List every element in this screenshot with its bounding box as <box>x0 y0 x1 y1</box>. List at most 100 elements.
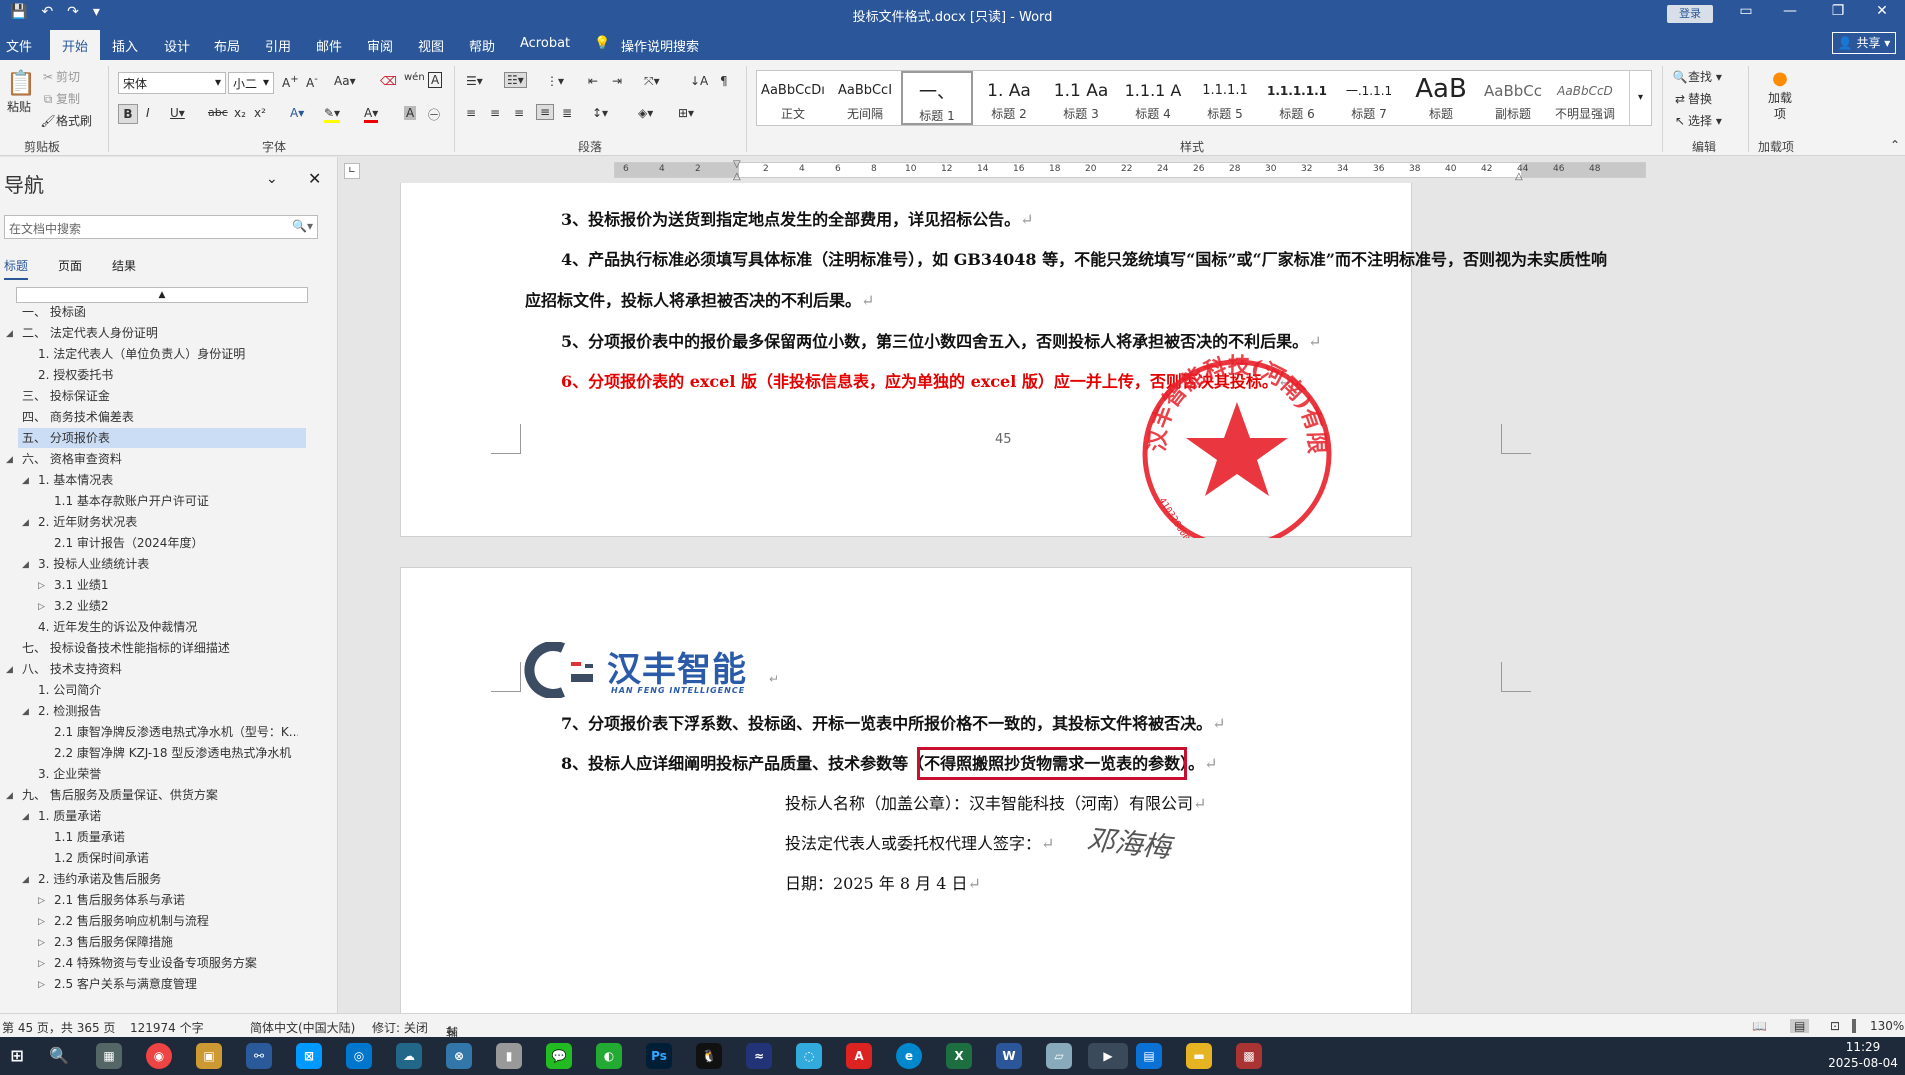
expand-triangle-icon[interactable]: ▷ <box>38 959 45 969</box>
grow-font-icon[interactable]: A+ <box>282 74 299 90</box>
shrink-font-icon[interactable]: A- <box>306 74 318 90</box>
chevron-down-icon[interactable]: ⌄ <box>266 171 278 187</box>
paragraph-8[interactable]: 8、投标人应详细阐明投标产品质量、技术参数等（不得照搬照抄货物需求一览表的参数）… <box>561 747 1218 780</box>
page-count-status[interactable]: 第 45 页，共 365 页 <box>2 1019 115 1036</box>
multilevel-list-icon[interactable]: ⋮▾ <box>546 74 564 88</box>
web-layout-icon[interactable]: ⊡ <box>1830 1019 1840 1033</box>
list-item[interactable]: 七、 投标设备技术性能指标的详细描述 <box>22 638 322 658</box>
read-mode-icon[interactable]: 📖 <box>1752 1019 1767 1033</box>
cloud-icon[interactable]: ☁ <box>396 1043 422 1069</box>
list-item[interactable]: 3.1 业绩1 <box>54 575 322 595</box>
wechat-icon[interactable]: 💬 <box>546 1043 572 1069</box>
word-icon[interactable]: W <box>996 1043 1022 1069</box>
app-icon[interactable]: ◎ <box>346 1043 372 1069</box>
change-case-icon[interactable]: Aa▾ <box>334 74 356 88</box>
character-border-icon[interactable]: A <box>428 72 443 88</box>
search-icon[interactable]: 🔍 <box>46 1043 72 1069</box>
media-icon[interactable]: ◐ <box>596 1043 622 1069</box>
list-item[interactable]: 2.4 特殊物资与专业设备专项服务方案 <box>54 953 322 973</box>
copy-button[interactable]: ⧉ 复制 <box>40 90 80 107</box>
expand-triangle-icon[interactable]: ▷ <box>38 938 45 948</box>
zoom-slider[interactable] <box>1852 1019 1856 1033</box>
replace-button[interactable]: ⇄ 替换 <box>1672 90 1712 107</box>
list-item[interactable]: 3. 投标人业绩统计表 <box>38 554 322 574</box>
sort-icon[interactable]: ↓A <box>690 74 708 88</box>
right-indent-marker-icon[interactable]: △ <box>1515 171 1523 182</box>
collapse-triangle-icon[interactable]: ◢ <box>6 455 13 465</box>
notes-icon[interactable]: ▱ <box>1046 1043 1072 1069</box>
browser-icon[interactable]: ◉ <box>146 1043 172 1069</box>
asian-layout-icon[interactable]: ⤧▾ <box>644 74 660 89</box>
files-icon[interactable]: ▮ <box>496 1043 522 1069</box>
list-item[interactable]: 1. 公司简介 <box>38 680 322 700</box>
paragraph-3[interactable]: 3、投标报价为送货到指定地点发生的全部费用，详见招标公告。↵ <box>561 206 1034 230</box>
shading-icon[interactable]: ◈▾ <box>638 106 653 120</box>
list-item[interactable]: 一、 投标函 <box>22 302 322 322</box>
style-subtle-emphasis[interactable]: AaBbCcD 不明显强调 <box>1549 71 1621 125</box>
font-color-icon[interactable]: A▾ <box>364 106 379 123</box>
qq-icon[interactable]: 🐧 <box>696 1043 722 1069</box>
italic-button[interactable]: I <box>146 106 150 120</box>
tab-selector-icon[interactable]: ∟ <box>344 163 360 179</box>
list-item[interactable]: 2.5 客户关系与满意度管理 <box>54 974 322 994</box>
collapse-all-bar[interactable]: ▲ <box>16 287 308 303</box>
font-size-combo[interactable]: 小二 ▾ <box>228 72 274 94</box>
list-item[interactable]: 1.1 质量承诺 <box>54 827 322 847</box>
system-clock[interactable]: 11:29 2025-08-04 <box>1826 1039 1900 1071</box>
bidder-name-line[interactable]: 投标人名称（加盖公章）：汉丰智能科技（河南）有限公司↵ <box>785 790 1206 814</box>
bullets-icon[interactable]: ☰▾ <box>466 74 483 88</box>
list-item[interactable]: 2. 近年财务状况表 <box>38 512 322 532</box>
distributed-icon[interactable]: ≣ <box>562 106 572 120</box>
select-button[interactable]: ↖ 选择 ▾ <box>1672 112 1722 129</box>
justify-icon[interactable]: ≡ <box>536 104 555 120</box>
style-heading-5[interactable]: 1.1.1.1 标题 5 <box>1189 71 1261 125</box>
close-icon[interactable]: ✕ <box>308 169 321 188</box>
collapse-triangle-icon[interactable]: ◢ <box>22 476 29 486</box>
photoshop-icon[interactable]: Ps <box>646 1043 672 1069</box>
subscript-button[interactable]: x₂ <box>234 106 246 120</box>
collapse-triangle-icon[interactable]: ◢ <box>22 707 29 717</box>
list-item[interactable]: 九、 售后服务及质量保证、供货方案 <box>22 785 322 805</box>
search-icon[interactable]: 🔍▾ <box>292 219 313 233</box>
expand-triangle-icon[interactable]: ▷ <box>38 602 45 612</box>
edge-icon[interactable]: e <box>896 1043 922 1069</box>
align-right-icon[interactable]: ≡ <box>514 106 524 120</box>
close-icon[interactable]: ✕ <box>1862 3 1902 19</box>
share-button[interactable]: 👤 共享 ▾ <box>1832 32 1896 54</box>
strikethrough-button[interactable]: abc <box>208 106 228 119</box>
text-effects-icon[interactable]: A▾ <box>290 106 304 120</box>
collapse-triangle-icon[interactable]: ◢ <box>6 329 13 339</box>
collapse-triangle-icon[interactable]: ◢ <box>6 791 13 801</box>
expand-triangle-icon[interactable]: ▷ <box>38 581 45 591</box>
decrease-indent-icon[interactable]: ⇤ <box>588 74 598 88</box>
nav-tab-headings[interactable]: 标题 <box>4 257 29 280</box>
excel-icon[interactable]: X <box>946 1043 972 1069</box>
tab-acrobat[interactable]: Acrobat <box>520 36 570 51</box>
word-count-status[interactable]: 121974 个字 <box>130 1019 204 1036</box>
nav-tab-results[interactable]: 结果 <box>112 257 136 280</box>
nav-search-input[interactable]: 在文档中搜索 🔍▾ <box>4 215 318 239</box>
collapse-triangle-icon[interactable]: ◢ <box>6 665 13 675</box>
list-item-selected[interactable]: 五、 分项报价表 <box>18 428 306 448</box>
left-indent-marker-icon[interactable]: △ <box>733 171 741 182</box>
login-button[interactable]: 登录 <box>1667 5 1713 23</box>
list-item[interactable]: 3. 企业荣誉 <box>38 764 322 784</box>
ribbon-display-options-icon[interactable]: ▭ <box>1726 3 1766 19</box>
date-line[interactable]: 日期：2025 年 8 月 4 日↵ <box>785 870 981 894</box>
maximize-icon[interactable]: ❐ <box>1818 3 1858 19</box>
list-item[interactable]: 1. 质量承诺 <box>38 806 322 826</box>
paragraph-7[interactable]: 7、分项报价表下浮系数、投标函、开标一览表中所报价格不一致的，其投标文件将被否决… <box>561 710 1226 734</box>
active-app-icon[interactable]: ▶ <box>1088 1043 1128 1069</box>
expand-triangle-icon[interactable]: ▷ <box>38 980 45 990</box>
acrobat-icon[interactable]: A <box>846 1043 872 1069</box>
explorer-icon[interactable]: ▣ <box>196 1043 222 1069</box>
format-painter-button[interactable]: 🖌格式刷 <box>40 112 92 129</box>
styles-more-icon[interactable]: ▾ <box>1629 71 1651 125</box>
paragraph-4[interactable]: 4、产品执行标准必须填写具体标准（注明标准号），如 GB34048 等，不能只笼… <box>561 246 1607 270</box>
style-subtitle[interactable]: AaBbCc 副标题 <box>1477 71 1549 125</box>
list-item[interactable]: 八、 技术支持资料 <box>22 659 322 679</box>
list-item[interactable]: 2.1 康智净牌反渗透电热式净水机（型号：K... <box>54 722 298 742</box>
style-heading-4[interactable]: 1.1.1 A 标题 4 <box>1117 71 1189 125</box>
windows-start-icon[interactable]: ⊞ <box>4 1043 30 1069</box>
list-item[interactable]: 2.2 售后服务响应机制与流程 <box>54 911 322 931</box>
